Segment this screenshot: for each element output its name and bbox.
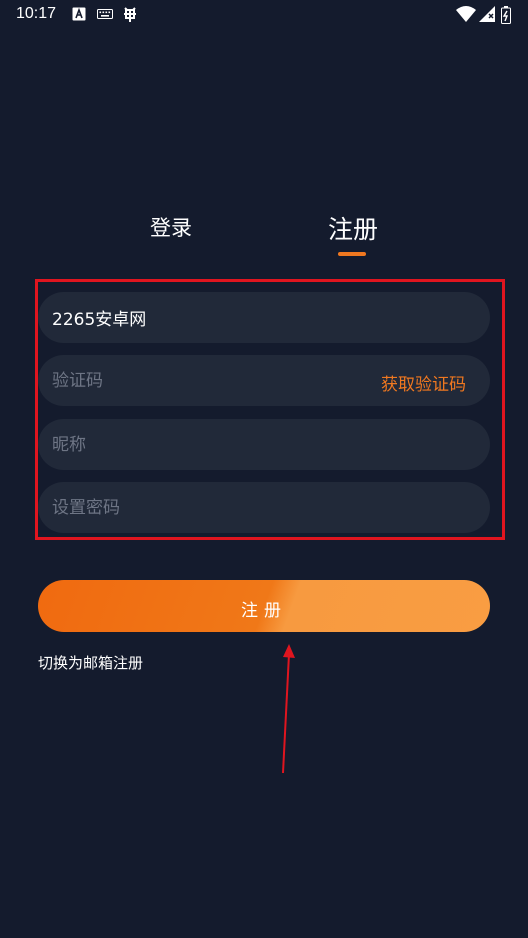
code-field[interactable]: 获取验证码 <box>38 355 490 406</box>
status-bar: 10:17 <box>0 0 528 30</box>
phone-input[interactable] <box>52 292 352 343</box>
password-field[interactable] <box>38 482 490 533</box>
register-button-label: 注册 <box>241 601 287 621</box>
battery-icon <box>501 6 511 28</box>
a-app-icon <box>72 6 86 25</box>
signal-icon <box>479 6 495 26</box>
register-button[interactable]: 注册 <box>38 580 490 632</box>
bug-icon <box>121 6 139 28</box>
get-code-button[interactable]: 获取验证码 <box>381 370 466 395</box>
tab-active-indicator <box>338 252 366 256</box>
keyboard-icon <box>97 6 113 25</box>
password-input[interactable] <box>52 482 352 533</box>
wifi-icon <box>456 6 476 26</box>
code-input[interactable] <box>52 355 352 406</box>
tab-register[interactable]: 注册 <box>328 210 378 246</box>
tab-login[interactable]: 登录 <box>150 212 192 242</box>
status-time: 10:17 <box>16 5 57 22</box>
annotation-arrow-icon <box>282 644 295 774</box>
nickname-field[interactable] <box>38 419 490 470</box>
phone-field[interactable] <box>38 292 490 343</box>
nickname-input[interactable] <box>52 419 352 470</box>
switch-to-email-link[interactable]: 切换为邮箱注册 <box>38 652 143 673</box>
